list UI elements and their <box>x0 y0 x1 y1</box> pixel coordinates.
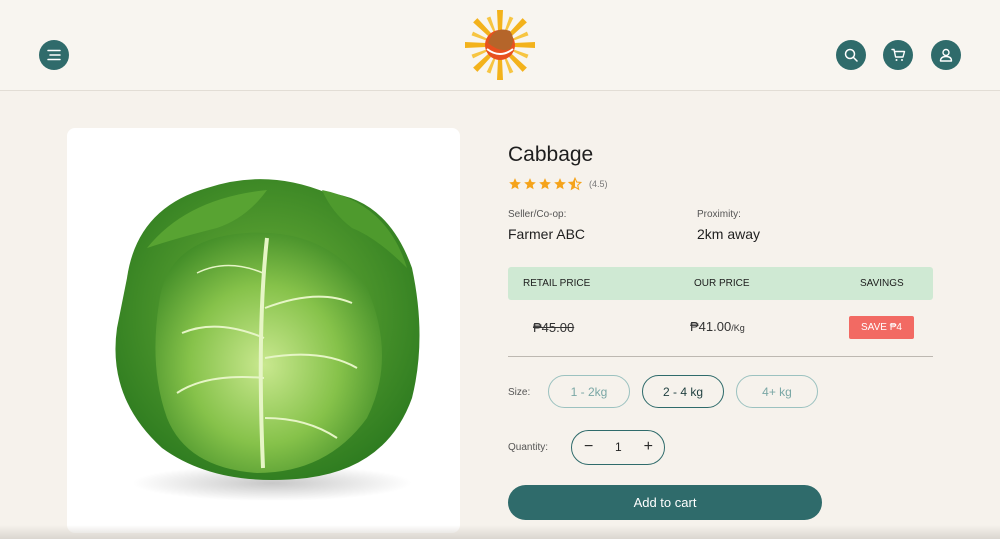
top-navigation-bar <box>0 0 1000 91</box>
our-price-header: OUR PRICE <box>694 278 750 289</box>
price-unit: /Kg <box>731 323 745 333</box>
quantity-value[interactable]: 1 <box>615 440 622 454</box>
price-table-header: RETAIL PRICE OUR PRICE SAVINGS <box>508 267 933 300</box>
our-price-value: ₱41.00 <box>690 319 732 334</box>
rating-stars: (4.5) <box>508 177 608 191</box>
size-label: Size: <box>508 387 531 398</box>
size-option-1-2kg[interactable]: 1 - 2kg <box>548 375 630 408</box>
seller-value: Farmer ABC <box>508 226 586 242</box>
savings-header: SAVINGS <box>860 278 904 289</box>
increment-button[interactable]: + <box>644 438 653 456</box>
star-icon <box>509 178 521 190</box>
size-option-2-4kg[interactable]: 2 - 4 kg <box>642 375 724 408</box>
sun-logo[interactable] <box>461 8 539 82</box>
add-to-cart-button[interactable]: Add to cart <box>508 485 822 520</box>
cart-button[interactable] <box>883 40 913 70</box>
account-button[interactable] <box>931 40 961 70</box>
retail-price: ₱45.00 <box>533 320 575 335</box>
user-icon <box>939 48 953 62</box>
proximity-value: 2km away <box>697 226 761 242</box>
quantity-label: Quantity: <box>508 442 549 453</box>
retail-price-header: RETAIL PRICE <box>523 278 591 289</box>
search-button[interactable] <box>836 40 866 70</box>
savings-badge: SAVE ₱4 <box>849 316 914 339</box>
seller-label: Seller/Co-op: <box>508 209 567 220</box>
menu-button[interactable] <box>39 40 69 70</box>
star-icon <box>524 178 536 190</box>
size-option-4plus-kg[interactable]: 4+ kg <box>736 375 818 408</box>
cabbage-illustration <box>115 179 420 501</box>
product-title: Cabbage <box>508 143 594 166</box>
our-price: ₱41.00/Kg <box>690 319 745 334</box>
menu-icon <box>47 49 61 61</box>
proximity-label: Proximity: <box>697 209 741 220</box>
search-icon <box>844 48 858 62</box>
page-bottom-edge <box>0 525 1000 539</box>
decrement-button[interactable]: − <box>584 438 593 456</box>
star-icon <box>539 178 551 190</box>
product-image-card <box>67 128 460 533</box>
rating-value: (4.5) <box>589 179 608 189</box>
star-icon <box>554 178 566 190</box>
cart-icon <box>890 48 905 61</box>
quantity-stepper: − 1 + <box>571 430 665 465</box>
divider <box>508 356 933 357</box>
half-star-icon <box>568 177 582 191</box>
